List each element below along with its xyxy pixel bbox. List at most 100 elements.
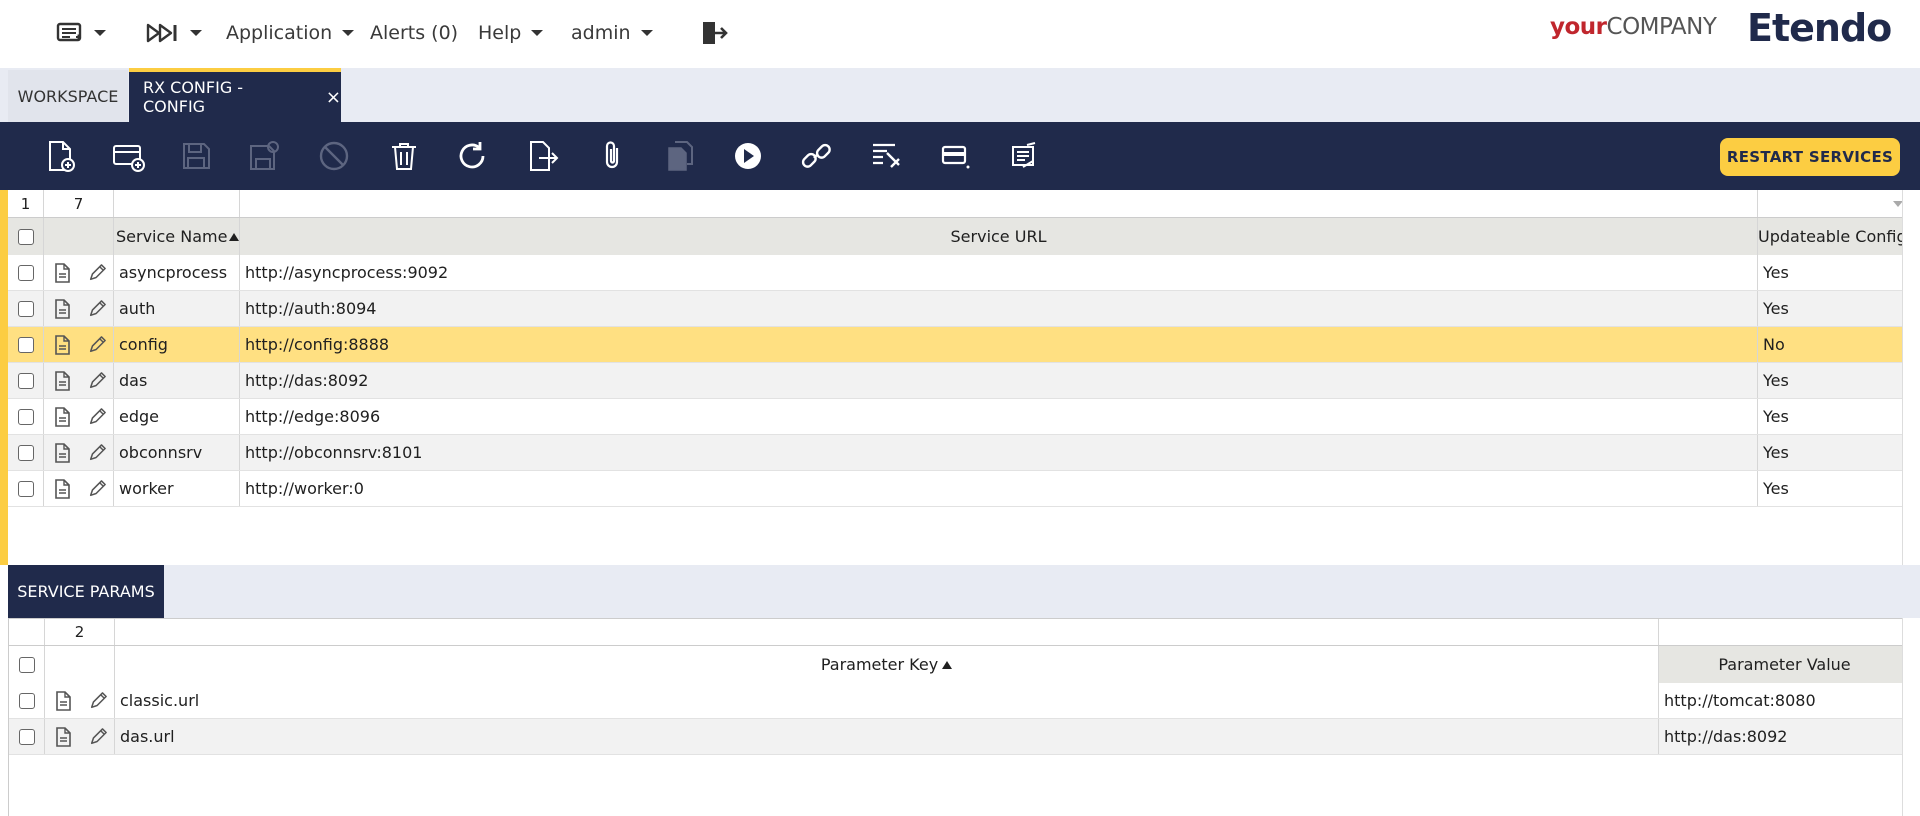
row-checkbox[interactable] (17, 372, 34, 389)
table-row[interactable]: config http://config:8888 No (8, 327, 1920, 363)
open-form-button[interactable] (44, 327, 80, 362)
table-row[interactable]: classic.url http://tomcat:8080 (9, 683, 1920, 719)
column-header-updateable-configs[interactable]: Updateable Configs (1758, 218, 1910, 255)
open-form-button[interactable] (45, 683, 81, 718)
quick-launch-menu[interactable] (56, 18, 106, 48)
row-checkbox[interactable] (17, 480, 34, 497)
cell-service-name[interactable]: auth (114, 291, 240, 326)
link-button[interactable] (796, 136, 836, 176)
open-form-button[interactable] (44, 435, 80, 470)
table-row[interactable]: das.url http://das:8092 (9, 719, 1920, 755)
tab-rx-config[interactable]: RX CONFIG - CONFIG × (129, 68, 341, 122)
tab-service-params[interactable]: SERVICE PARAMS (8, 565, 164, 618)
edit-row-button[interactable] (80, 363, 114, 398)
new-row-button[interactable] (108, 136, 148, 176)
column-header-parameter-value[interactable]: Parameter Value (1659, 646, 1911, 683)
filter-service-url[interactable] (240, 190, 1758, 217)
cell-service-url[interactable]: http://das:8092 (240, 363, 1758, 398)
edit-row-button[interactable] (80, 435, 114, 470)
row-checkbox[interactable] (18, 692, 35, 709)
open-form-button[interactable] (44, 399, 80, 434)
help-menu[interactable]: Help (478, 18, 544, 48)
undo-button[interactable] (314, 136, 354, 176)
column-header-service-name[interactable]: Service Name (114, 218, 240, 255)
cell-service-url[interactable]: http://obconnsrv:8101 (240, 435, 1758, 470)
clone-button[interactable] (660, 136, 700, 176)
edit-row-button[interactable] (80, 291, 114, 326)
open-form-button[interactable] (44, 255, 80, 290)
open-form-button[interactable] (45, 719, 81, 754)
delete-button[interactable] (384, 136, 424, 176)
row-checkbox[interactable] (17, 336, 34, 353)
alerts-link[interactable]: Alerts (0) (370, 18, 458, 48)
edit-row-button[interactable] (80, 327, 114, 362)
cell-parameter-key[interactable]: das.url (115, 719, 1659, 754)
edit-row-button[interactable] (81, 683, 115, 718)
quick-create-menu[interactable] (146, 18, 202, 48)
application-menu[interactable]: Application (226, 18, 355, 48)
cell-service-name[interactable]: obconnsrv (114, 435, 240, 470)
table-row[interactable]: edge http://edge:8096 Yes (8, 399, 1920, 435)
cell-updateable-configs[interactable]: Yes (1758, 291, 1910, 326)
cell-service-name[interactable]: asyncprocess (114, 255, 240, 290)
cell-parameter-value[interactable]: http://das:8092 (1659, 719, 1911, 754)
filter-service-name[interactable] (114, 190, 240, 217)
open-form-button[interactable] (44, 363, 80, 398)
cell-parameter-key[interactable]: classic.url (115, 683, 1659, 718)
cell-updateable-configs[interactable]: Yes (1758, 471, 1910, 506)
row-checkbox[interactable] (17, 408, 34, 425)
save-button[interactable] (176, 136, 216, 176)
cell-updateable-configs[interactable]: Yes (1758, 255, 1910, 290)
row-checkbox[interactable] (17, 264, 34, 281)
cell-service-url[interactable]: http://asyncprocess:9092 (240, 255, 1758, 290)
cell-service-name[interactable]: das (114, 363, 240, 398)
edit-row-button[interactable] (80, 399, 114, 434)
cell-service-url[interactable]: http://auth:8094 (240, 291, 1758, 326)
open-form-button[interactable] (44, 291, 80, 326)
cell-service-name[interactable]: config (114, 327, 240, 362)
params-select-all-checkbox[interactable] (18, 656, 35, 673)
toggle-view-button[interactable] (936, 136, 976, 176)
save-and-close-button[interactable] (244, 136, 284, 176)
attach-button[interactable] (592, 136, 632, 176)
table-row[interactable]: obconnsrv http://obconnsrv:8101 Yes (8, 435, 1920, 471)
cell-updateable-configs[interactable]: Yes (1758, 435, 1910, 470)
table-row[interactable]: asyncprocess http://asyncprocess:9092 Yes (8, 255, 1920, 291)
cell-updateable-configs[interactable]: Yes (1758, 363, 1910, 398)
summary-button[interactable] (1004, 136, 1044, 176)
cell-service-url[interactable]: http://worker:0 (240, 471, 1758, 506)
filter-parameter-value[interactable] (1659, 619, 1911, 645)
tab-workspace[interactable]: WORKSPACE (8, 70, 128, 122)
open-form-button[interactable] (44, 471, 80, 506)
table-row[interactable]: auth http://auth:8094 Yes (8, 291, 1920, 327)
cell-parameter-value[interactable]: http://tomcat:8080 (1659, 683, 1911, 718)
filter-parameter-key[interactable] (115, 619, 1659, 645)
column-header-parameter-key[interactable]: Parameter Key (115, 646, 1659, 683)
edit-row-button[interactable] (80, 471, 114, 506)
cell-service-url[interactable]: http://edge:8096 (240, 399, 1758, 434)
filter-button[interactable] (866, 136, 906, 176)
params-grid-scrollbar[interactable] (1902, 618, 1920, 816)
grid-scrollbar[interactable] (1902, 190, 1920, 565)
edit-row-button[interactable] (81, 719, 115, 754)
new-document-button[interactable] (40, 136, 80, 176)
table-row[interactable]: das http://das:8092 Yes (8, 363, 1920, 399)
cell-service-name[interactable]: worker (114, 471, 240, 506)
refresh-button[interactable] (452, 136, 492, 176)
export-button[interactable] (522, 136, 562, 176)
user-menu[interactable]: admin (571, 18, 653, 48)
process-button[interactable] (728, 136, 768, 176)
table-row[interactable]: worker http://worker:0 Yes (8, 471, 1920, 507)
row-checkbox[interactable] (18, 728, 35, 745)
cell-service-url[interactable]: http://config:8888 (240, 327, 1758, 362)
cell-updateable-configs[interactable]: Yes (1758, 399, 1910, 434)
cell-updateable-configs[interactable]: No (1758, 327, 1910, 362)
filter-updateable-configs[interactable] (1758, 190, 1910, 217)
logout-button[interactable] (700, 18, 728, 48)
column-header-service-url[interactable]: Service URL (240, 218, 1758, 255)
restart-services-button[interactable]: RESTART SERVICES (1720, 138, 1900, 176)
row-checkbox[interactable] (17, 444, 34, 461)
select-all-checkbox[interactable] (17, 228, 34, 245)
edit-row-button[interactable] (80, 255, 114, 290)
row-checkbox[interactable] (17, 300, 34, 317)
